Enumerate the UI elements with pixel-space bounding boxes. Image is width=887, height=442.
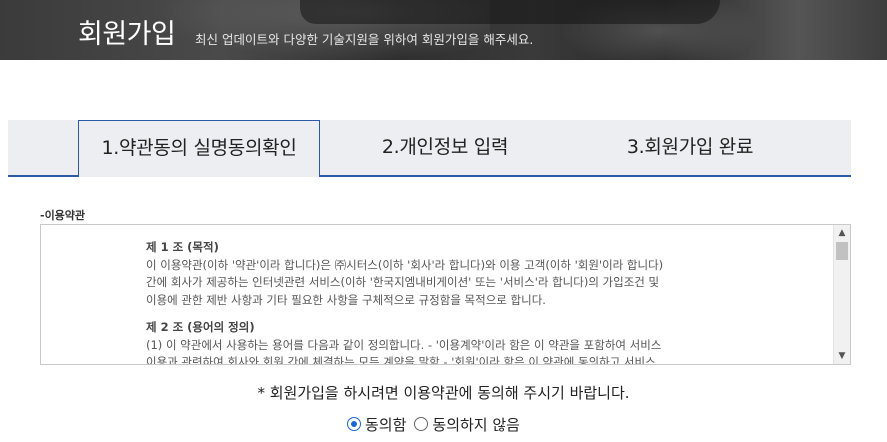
article-2-line: 이용과 관련하여 회사와 회원 간에 체결하는 모든 계약을 말함 - '회원'… (146, 355, 656, 365)
disagree-radio[interactable] (414, 417, 429, 431)
article-1-title: 제 1 조 (목적) (146, 240, 219, 254)
article-2-line: (1) 이 약관에서 사용하는 용어를 다음과 같이 정의합니다. - '이용계… (146, 337, 662, 352)
step-terms-agreement[interactable]: 1.약관동의 실명동의확인 (78, 120, 320, 177)
agreement-notice-text: * 회원가입을 하시려면 이용약관에 동의해 주시기 바랍니다. (257, 384, 630, 402)
terms-section-label: -이용약관 (40, 209, 86, 222)
step-signup-complete[interactable]: 3.회원가입 완료 (570, 120, 810, 177)
disagree-option[interactable]: 동의하지 않음 (414, 414, 520, 435)
header-banner: 회원가입 최신 업데이트와 다양한 기술지원을 위하여 회원가입을 해주세요. (0, 0, 887, 60)
step-personal-info[interactable]: 2.개인정보 입력 (320, 120, 570, 177)
terms-scrollbar[interactable]: ▲ ▼ (833, 225, 850, 364)
article-2-title: 제 2 조 (용어의 정의) (146, 320, 255, 334)
terms-content: 제 1 조 (목적) 이 이용약관(이하 '약관'이라 합니다)은 ㈜시터스(이… (146, 239, 746, 365)
scroll-thumb[interactable] (836, 242, 848, 260)
consent-radio-group: 동의함 동의하지 않음 (347, 414, 528, 434)
article-1-line: 간에 회사가 제공하는 인터넷관련 서비스(이하 '한국지엠내비게이션' 또는 … (146, 275, 660, 289)
banner-car-image (300, 0, 720, 24)
signup-steps: 1.약관동의 실명동의확인 2.개인정보 입력 3.회원가입 완료 (8, 120, 851, 177)
terms-textbox[interactable]: 제 1 조 (목적) 이 이용약관(이하 '약관'이라 합니다)은 ㈜시터스(이… (40, 224, 851, 365)
agree-option[interactable]: 동의함 (347, 414, 406, 435)
article-1-line: 이 이용약관(이하 '약관'이라 합니다)은 ㈜시터스(이하 '회사'라 합니다… (146, 257, 664, 272)
page-title: 회원가입 (78, 19, 176, 50)
disagree-label: 동의하지 않음 (432, 415, 520, 434)
page-subtitle: 최신 업데이트와 다양한 기술지원을 위하여 회원가입을 해주세요. (195, 32, 534, 47)
article-1-line: 이용에 관한 제반 사항과 기타 필요한 사항을 구체적으로 규정함을 목적으로… (146, 292, 546, 307)
agreement-notice: * 회원가입을 하시려면 이용약관에 동의해 주시기 바랍니다. (0, 382, 887, 403)
agree-label: 동의함 (365, 415, 407, 434)
agree-radio[interactable] (347, 417, 361, 431)
scroll-up-icon[interactable]: ▲ (834, 225, 850, 241)
scroll-down-icon[interactable]: ▼ (834, 348, 850, 364)
